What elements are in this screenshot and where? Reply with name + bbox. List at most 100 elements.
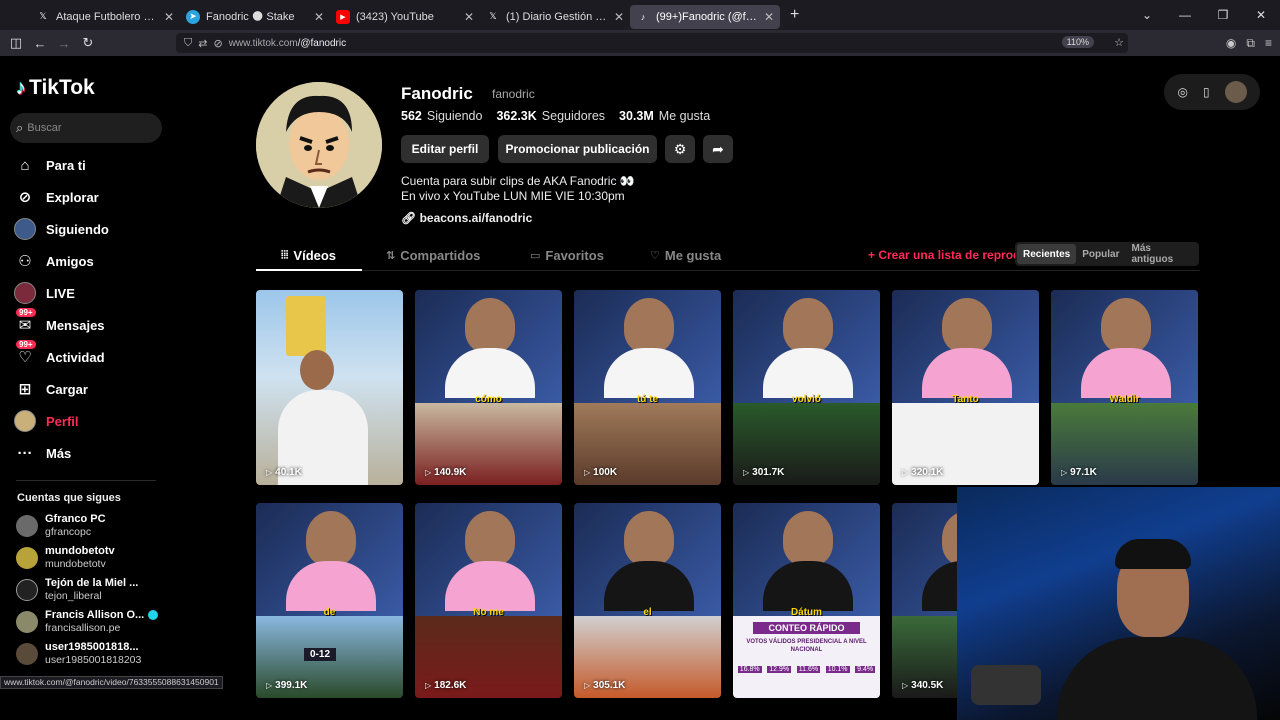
sidebar-item-explorar[interactable]: ⊘ Explorar xyxy=(14,183,99,211)
close-tab-icon[interactable]: ✕ xyxy=(314,10,324,24)
tab-shared[interactable]: ⇅ Compartidos xyxy=(386,248,480,263)
tiktok-logo[interactable]: ♪ TikTok xyxy=(16,76,95,100)
video-thumbnail[interactable]: Tanto ▷ 320.1K xyxy=(892,290,1039,485)
followed-account[interactable]: Gfranco PC gfrancopc xyxy=(16,513,106,539)
conteo-value: 16.8% xyxy=(737,666,762,674)
conteo-values: 16.8% 12.9% 11.6% 10.1% 9.4% xyxy=(735,666,878,674)
video-caption: el xyxy=(643,607,652,618)
video-thumbnail[interactable]: CONTEO RÁPIDO VOTOS VÁLIDOS PRESIDENCIAL… xyxy=(733,503,880,698)
sidebar-item-perfil[interactable]: Perfil xyxy=(14,407,79,435)
sidebar-toggle-icon[interactable]: ◫ xyxy=(4,35,28,51)
heart-outline-icon: ♡ xyxy=(650,250,660,262)
new-tab-button[interactable]: + xyxy=(790,6,799,24)
sidebar-item-live[interactable]: LIVE xyxy=(14,279,75,307)
browser-tab-4[interactable]: 𝕏 (1) Diario Gestión en X: "Reserva... ✕ xyxy=(480,5,630,29)
video-thumbnail[interactable]: volvió ▷ 301.7K xyxy=(733,290,880,485)
followers-stat[interactable]: 362.3K Seguidores xyxy=(496,109,605,123)
sort-popular[interactable]: Popular xyxy=(1076,249,1125,260)
profile-bio: Cuenta para subir clips de AKA Fanodric … xyxy=(401,174,635,204)
video-thumbnail[interactable]: No me ▷ 182.6K xyxy=(415,503,562,698)
close-tab-icon[interactable]: ✕ xyxy=(764,10,774,24)
conteo-value: 10.1% xyxy=(825,666,850,674)
browser-tab-5[interactable]: ♪ (99+)Fanodric (@fanodric) | TikTok ✕ xyxy=(630,4,780,29)
sidebar-item-amigos[interactable]: ⚇ Amigos xyxy=(14,247,93,275)
conteo-title: CONTEO RÁPIDO xyxy=(753,622,860,635)
settings-gear-icon[interactable]: ⚙ xyxy=(665,135,695,163)
logo-text: TikTok xyxy=(29,76,95,99)
active-tab-indicator xyxy=(256,269,362,271)
sidebar-item-para-ti[interactable]: ⌂ Para ti xyxy=(14,151,85,179)
activity-badge: 99+ xyxy=(16,340,36,349)
sidebar-item-actividad[interactable]: ♡ 99+ Actividad xyxy=(14,340,105,371)
permissions-icon[interactable]: ⇄ xyxy=(198,37,207,50)
video-thumbnail[interactable]: 0-12 de ▷ 399.1K xyxy=(256,503,403,698)
following-stat[interactable]: 562 Siguiendo xyxy=(401,109,482,123)
close-tab-icon[interactable]: ✕ xyxy=(614,10,624,24)
tab-liked[interactable]: ♡ Me gusta xyxy=(650,248,721,263)
sidebar-item-label: Mensajes xyxy=(46,317,105,333)
followed-account[interactable]: mundobetotv mundobetotv xyxy=(16,545,115,571)
window-controls: ⌄ — ❐ ✕ xyxy=(1128,0,1280,30)
browser-tab-2[interactable]: ➤ Fanodric 🌑 Stake ✕ xyxy=(180,5,330,29)
sidebar-item-mas[interactable]: ··· Más xyxy=(14,439,72,467)
forward-icon[interactable]: → xyxy=(52,36,76,51)
promote-post-button[interactable]: Promocionar publicación xyxy=(498,135,657,163)
sidebar-item-cargar[interactable]: ⊞ Cargar xyxy=(14,375,88,403)
close-window-button[interactable]: ✕ xyxy=(1242,8,1280,22)
profile-link[interactable]: 🔗︎ beacons.ai/fanodric xyxy=(401,211,532,225)
close-tab-icon[interactable]: ✕ xyxy=(464,10,474,24)
account-icon[interactable]: ◉ xyxy=(1226,36,1236,50)
maximize-button[interactable]: ❐ xyxy=(1204,8,1242,22)
url-bar[interactable]: ⛉ ⇄ ⊘ www.tiktok.com/@fanodric 110% ☆ xyxy=(176,33,1128,53)
share-icon[interactable]: ➦ xyxy=(703,135,733,163)
search-input[interactable]: ⌕ Buscar xyxy=(10,113,162,143)
video-thumbnail[interactable]: ▷ 40.1K xyxy=(256,290,403,485)
account-username: mundobetotv xyxy=(45,558,106,570)
compass-small-icon[interactable]: ◎ xyxy=(1177,85,1187,99)
sort-recent[interactable]: Recientes xyxy=(1017,244,1077,264)
profile-stats: 562 Siguiendo 362.3K Seguidores 30.3M Me gu… xyxy=(401,109,710,123)
youtube-icon: ▶ xyxy=(336,9,350,24)
tab-videos[interactable]: ⦙⦙⦙ Vídeos xyxy=(281,248,336,263)
following-title: Cuentas que sigues xyxy=(17,492,121,504)
bookmark-star-icon[interactable]: ☆ xyxy=(1114,36,1124,49)
menu-icon[interactable]: ≡ xyxy=(1265,36,1272,50)
sort-oldest[interactable]: Más antiguos xyxy=(1125,243,1199,265)
blocked-icon[interactable]: ⊘ xyxy=(213,37,222,50)
tab-favorites[interactable]: ▭ Favoritos xyxy=(530,248,604,263)
zoom-level[interactable]: 110% xyxy=(1061,36,1094,48)
followed-account[interactable]: Tejón de la Miel ... tejon_liberal xyxy=(16,577,138,603)
close-tab-icon[interactable]: ✕ xyxy=(164,10,174,24)
edit-profile-button[interactable]: Editar perfil xyxy=(401,135,489,163)
video-thumbnail[interactable]: Waldir ▷ 97.1K xyxy=(1051,290,1198,485)
avatar xyxy=(16,643,38,665)
account-name: mundobetotv xyxy=(45,545,115,557)
repost-icon: ⇅ xyxy=(386,250,396,262)
messages-icon: ✉ 99+ xyxy=(14,308,36,336)
followed-account[interactable]: user1985001818... user1985001818203 xyxy=(16,641,141,667)
tab-list-icon[interactable]: ⌄ xyxy=(1128,8,1166,22)
sidebar-item-label: Siguiendo xyxy=(46,221,109,237)
device-icon[interactable]: ▯ xyxy=(1203,85,1210,99)
browser-tab-1[interactable]: 𝕏 Ataque Futbolero en X: "⛔🇵🇪 ... ✕ xyxy=(30,5,180,29)
profile-avatar[interactable] xyxy=(256,82,382,208)
minimize-button[interactable]: — xyxy=(1166,8,1204,22)
video-caption: No me xyxy=(473,607,504,618)
reload-icon[interactable]: ↻ xyxy=(76,35,100,51)
browser-tab-3[interactable]: ▶ (3423) YouTube ✕ xyxy=(330,5,480,29)
shield-icon[interactable]: ⛉ xyxy=(184,37,192,50)
toolbar-right: ◉ ⧉ ≡ xyxy=(1226,30,1272,56)
video-thumbnail[interactable]: el ▷ 305.1K xyxy=(574,503,721,698)
video-thumbnail[interactable]: tú te ▷ 100K xyxy=(574,290,721,485)
video-thumbnail[interactable]: cómo ▷ 140.9K xyxy=(415,290,562,485)
sidebar-item-label: Explorar xyxy=(46,189,99,205)
view-count: ▷ 305.1K xyxy=(584,680,626,691)
link-status-bar: www.tiktok.com/@fanodric/video/763355508… xyxy=(0,676,223,689)
user-avatar[interactable] xyxy=(1224,81,1247,103)
back-icon[interactable]: ← xyxy=(28,36,52,51)
sidebar-item-mensajes[interactable]: ✉ 99+ Mensajes xyxy=(14,308,105,339)
followed-account[interactable]: Francis Allison O... francisallison.pe xyxy=(16,609,159,635)
sidebar-item-siguiendo[interactable]: Siguiendo xyxy=(14,215,109,243)
extensions-icon[interactable]: ⧉ xyxy=(1246,36,1255,51)
conteo-value: 11.6% xyxy=(796,666,821,674)
